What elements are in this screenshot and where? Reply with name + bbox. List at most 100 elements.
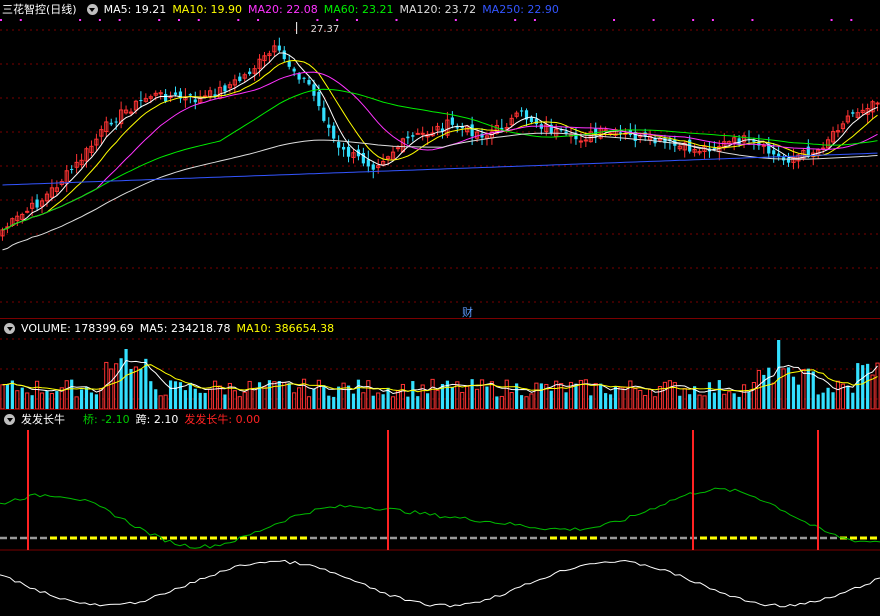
volume-bar-up [509, 392, 514, 409]
candle-down [411, 135, 415, 137]
candle-down [307, 80, 311, 85]
volume-bar-down [519, 395, 524, 409]
volume-bar-down [79, 389, 84, 409]
signal-dot [0, 19, 2, 21]
volume-bar-up [465, 385, 470, 409]
candle-down [302, 77, 306, 79]
volume-bar-down [564, 392, 568, 409]
volume-bar-down [732, 393, 736, 409]
signal-dot [336, 19, 339, 21]
volume-ma10: MA10: 386654.38 [236, 321, 335, 335]
volume-bar-down [821, 392, 825, 409]
volume-bar-down [747, 392, 751, 409]
candle-up [875, 102, 880, 105]
volume-bar-up [109, 368, 114, 409]
volume-bar-down [495, 396, 499, 409]
volume-bar-up [15, 390, 20, 409]
volume-bar-up [643, 394, 648, 409]
volume-bar-down [688, 394, 692, 409]
signal-dot [79, 19, 82, 21]
candle-down [529, 116, 534, 122]
finance-badge[interactable]: 财 [462, 304, 473, 318]
price-legend: 三花智控(日线) MA5: 19.21 MA10: 19.90 MA20: 22… [0, 0, 559, 18]
volume-bar-down [816, 394, 820, 409]
volume-bar-down [851, 392, 855, 409]
volume-bar-up [727, 391, 732, 409]
ma10-legend: MA10: 19.90 [172, 2, 243, 16]
volume-bar-up [835, 380, 841, 409]
volume-bar-up [39, 392, 45, 409]
volume-bar-down [371, 395, 375, 409]
volume-bar-down [198, 392, 202, 409]
volume-legend: VOLUME: 178399.69 MA5: 234218.78 MA10: 3… [0, 319, 334, 337]
candle-up [25, 210, 30, 213]
volume-bar-up [618, 386, 623, 409]
price-chart-panel[interactable]: 三花智控(日线) MA5: 19.21 MA10: 19.90 MA20: 22… [0, 0, 880, 318]
volume-bar-down [5, 383, 10, 409]
volume-bar-down [178, 382, 183, 409]
volume-bar-down [589, 395, 593, 409]
volume-bar-up [474, 388, 480, 409]
volume-bar-down [203, 392, 207, 409]
signal-dot [533, 19, 536, 21]
signal-dot [355, 19, 358, 21]
volume-bar-up [593, 383, 598, 409]
volume-bar-down [549, 390, 553, 409]
volume-bar-up [667, 380, 672, 409]
volume-bar-up [262, 386, 267, 409]
volume-ma5: MA5: 234218.78 [139, 321, 231, 335]
volume-bar-up [297, 387, 302, 409]
signal-dot [98, 19, 101, 21]
volume-bar-up [638, 389, 643, 409]
volume-bar-down [45, 390, 49, 409]
candle-down [772, 150, 776, 155]
volume-bar-up [741, 384, 747, 409]
volume-bar-down [856, 363, 860, 409]
cross-value: 跨: 2.10 [135, 413, 179, 426]
volume-bar-down [154, 389, 158, 409]
volume-bar-up [217, 385, 223, 409]
candlestick-chart[interactable]: 27.37 [0, 0, 880, 318]
volume-bar-up [361, 392, 366, 409]
volume-bar-down [30, 395, 34, 409]
volume-bar-up [633, 388, 638, 409]
candle-down [470, 124, 474, 137]
candle-down [406, 136, 410, 139]
candle-down [173, 92, 178, 95]
volume-bar-down [124, 349, 128, 409]
volume-bar-down [10, 380, 14, 409]
volume-bar-up [628, 380, 633, 409]
indicator-panel-menu-icon[interactable] [4, 413, 15, 425]
volume-bar-up [430, 378, 435, 409]
candle-down [164, 93, 168, 102]
volume-bar-up [247, 380, 252, 409]
volume-bar-down [381, 394, 385, 409]
candle-up [578, 140, 583, 143]
volume-chart-panel[interactable]: VOLUME: 178399.69 MA5: 234218.78 MA10: 3… [0, 319, 880, 409]
volume-bar-down [599, 383, 603, 409]
candle-down [248, 71, 252, 75]
ma60-line [2, 88, 878, 231]
volume-panel-menu-icon[interactable] [4, 322, 15, 334]
price-panel-menu-icon[interactable] [86, 3, 98, 15]
indicator-lines[interactable] [0, 410, 880, 616]
volume-bar-down [84, 387, 89, 409]
indicator-chart-panel[interactable]: 发发长牛 桥: -2.10 跨: 2.10 发发长牛: 0.00 [0, 410, 880, 616]
candle-up [761, 144, 766, 147]
candle-down [282, 50, 286, 60]
volume-bar-up [623, 386, 628, 409]
volume-bar-down [796, 384, 801, 409]
signal-dot [257, 19, 260, 21]
volume-bar-up [341, 382, 346, 409]
volume-bar-down [416, 396, 420, 409]
volume-bar-down [806, 368, 810, 409]
ma20-line [2, 71, 878, 231]
volume-bar-down [332, 396, 336, 409]
volume-bar-up [801, 369, 806, 409]
volume-bar-up [504, 379, 509, 409]
candle-down [371, 164, 375, 170]
candle-down [777, 153, 781, 157]
volume-bar-down [861, 365, 865, 409]
volume-bar-down [831, 392, 835, 409]
volume-bar-up [390, 396, 396, 409]
